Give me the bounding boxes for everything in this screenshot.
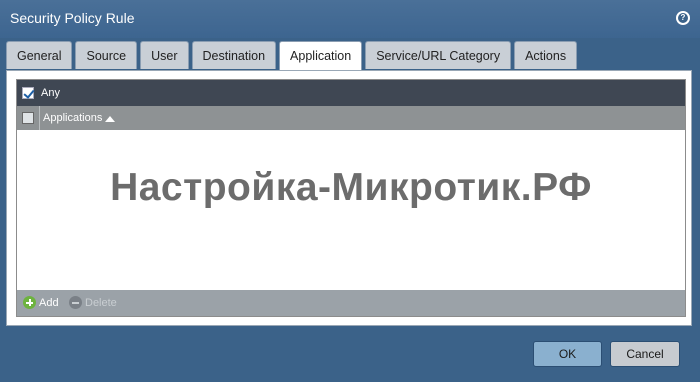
tab-application[interactable]: Application <box>279 41 363 71</box>
tab-actions[interactable]: Actions <box>514 41 578 69</box>
any-checkbox[interactable] <box>22 87 34 99</box>
applications-column-header: Applications <box>17 106 685 130</box>
tab-service-url-category[interactable]: Service/URL Category <box>365 41 512 69</box>
tab-source[interactable]: Source <box>75 41 138 69</box>
tab-bar: General Source User Destination Applicat… <box>6 41 580 71</box>
any-label: Any <box>41 87 60 99</box>
ok-button[interactable]: OK <box>533 341 602 367</box>
applications-column-label[interactable]: Applications <box>43 112 102 124</box>
help-icon[interactable]: ? <box>676 11 690 25</box>
select-all-checkbox[interactable] <box>22 112 34 124</box>
applications-grid: Any Applications Настройка-Микротик.РФ A… <box>16 79 686 317</box>
plus-icon <box>23 296 36 309</box>
watermark-text: Настройка-Микротик.РФ <box>110 166 592 209</box>
sort-ascending-icon[interactable] <box>105 116 115 122</box>
any-bar: Any <box>17 80 685 106</box>
cancel-button[interactable]: Cancel <box>610 341 680 367</box>
grid-footer-bar: Add Delete <box>17 290 685 316</box>
delete-label: Delete <box>85 296 117 309</box>
tab-general[interactable]: General <box>6 41 73 69</box>
column-divider <box>39 106 40 130</box>
dialog-titlebar[interactable]: Security Policy Rule ? <box>0 0 700 38</box>
delete-button[interactable]: Delete <box>69 296 117 309</box>
tab-user[interactable]: User <box>140 41 189 69</box>
dialog-title: Security Policy Rule <box>10 10 135 26</box>
add-button[interactable]: Add <box>23 296 59 309</box>
minus-icon <box>69 296 82 309</box>
tab-destination[interactable]: Destination <box>191 41 277 69</box>
application-tab-panel: Any Applications Настройка-Микротик.РФ A… <box>6 70 692 326</box>
add-label: Add <box>39 296 59 309</box>
security-policy-rule-dialog: Security Policy Rule ? General Source Us… <box>0 0 700 382</box>
